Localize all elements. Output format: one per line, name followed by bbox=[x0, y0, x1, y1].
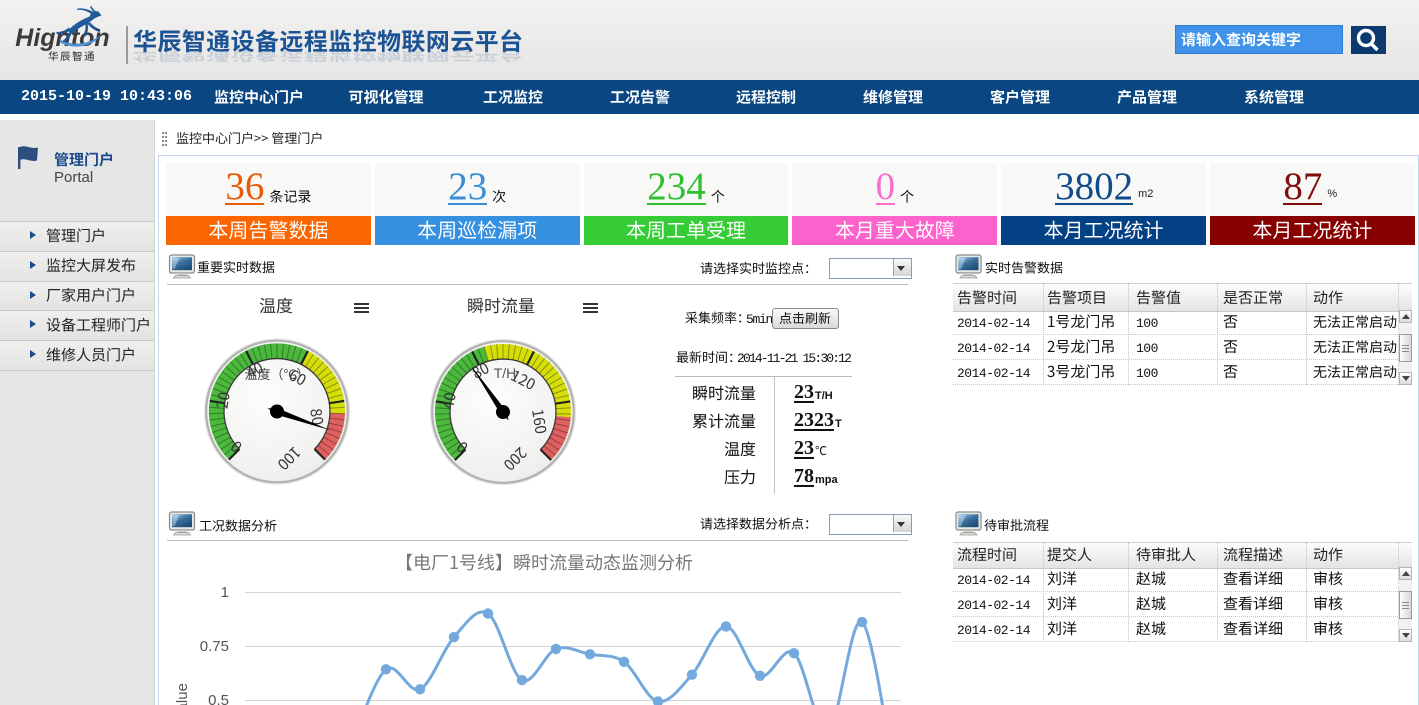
svg-text:value: value bbox=[174, 683, 191, 705]
svg-text:T/H: T/H bbox=[494, 365, 517, 381]
